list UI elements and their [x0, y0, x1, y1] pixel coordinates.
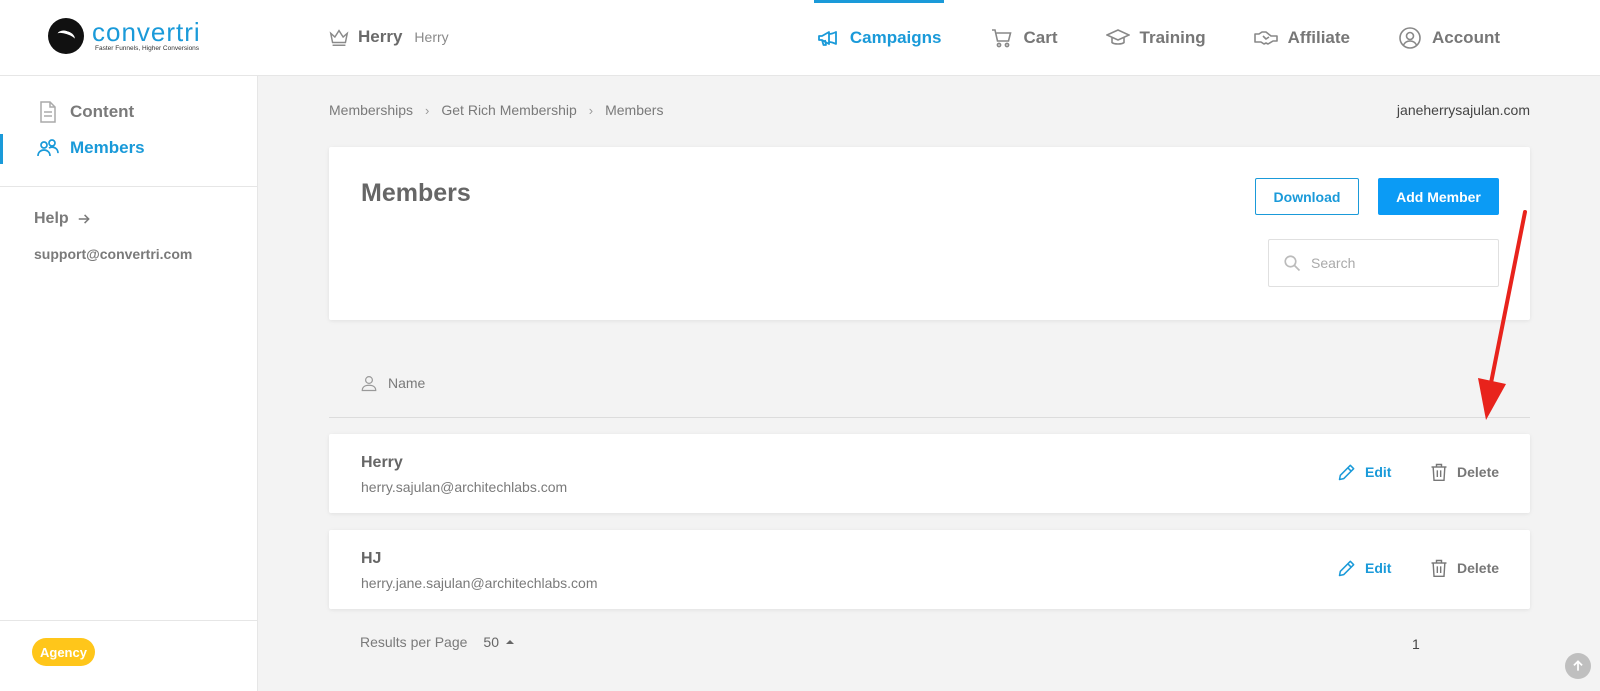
- sidebar-item-label: Content: [70, 102, 135, 121]
- column-label: Name: [388, 375, 426, 391]
- nav-cart[interactable]: Cart: [990, 0, 1058, 76]
- breadcrumb: Memberships › Get Rich Membership › Memb…: [329, 102, 663, 118]
- nav-affiliate[interactable]: Affiliate: [1253, 0, 1350, 76]
- sidebar-item-members[interactable]: Members: [36, 136, 145, 160]
- page-title: Members: [361, 179, 471, 207]
- per-page-value: 50: [483, 634, 499, 650]
- site-subname: Herry: [414, 29, 449, 45]
- delete-button[interactable]: Delete: [1429, 462, 1499, 482]
- arrow-right-icon: [78, 214, 90, 224]
- search-input[interactable]: [1311, 255, 1491, 271]
- domain-label: janeherrysajulan.com: [1396, 102, 1530, 118]
- site-name: Herry: [358, 27, 403, 46]
- site-selector[interactable]: Herry Herry: [328, 26, 449, 48]
- graduation-cap-icon: [1105, 29, 1130, 45]
- pencil-icon: [1338, 464, 1355, 481]
- add-member-button[interactable]: Add Member: [1378, 178, 1499, 215]
- edit-button[interactable]: Edit: [1337, 462, 1391, 482]
- delete-label: Delete: [1457, 560, 1500, 576]
- member-name: HJ: [361, 550, 382, 567]
- sidebar-active-indicator: [0, 134, 3, 164]
- nav-account[interactable]: Account: [1398, 0, 1500, 76]
- logo-tagline: Faster Funnels, Higher Conversions: [95, 45, 200, 52]
- breadcrumb-members: Members: [605, 102, 664, 118]
- help-label: Help: [34, 210, 69, 227]
- edit-label: Edit: [1365, 560, 1392, 576]
- nav-label: Account: [1432, 28, 1500, 47]
- chevron-right-icon: ›: [425, 102, 430, 118]
- edit-label: Edit: [1365, 464, 1392, 480]
- nav-label: Campaigns: [849, 28, 942, 47]
- document-icon: [40, 101, 56, 123]
- handshake-icon: [1253, 31, 1278, 45]
- arrow-up-icon: [1573, 660, 1583, 671]
- help-link[interactable]: Help: [34, 210, 91, 228]
- main-nav: Campaigns Cart Training Affiliate Accoun…: [813, 0, 1500, 76]
- table-row: Herry herry.sajulan@architechlabs.com Ed…: [329, 434, 1530, 513]
- breadcrumb-memberships[interactable]: Memberships: [329, 102, 413, 118]
- per-page-select[interactable]: 50: [483, 634, 515, 650]
- scroll-to-top-button[interactable]: [1565, 653, 1591, 679]
- member-name: Herry: [361, 454, 403, 471]
- member-email: herry.jane.sajulan@architechlabs.com: [361, 575, 598, 591]
- table-row: HJ herry.jane.sajulan@architechlabs.com …: [329, 530, 1530, 609]
- sidebar-divider: [0, 620, 258, 621]
- user-circle-icon: [1399, 27, 1421, 49]
- search-icon: [1284, 255, 1301, 272]
- user-icon: [361, 376, 377, 392]
- trash-icon: [1431, 463, 1447, 482]
- results-label: Results per Page: [360, 634, 468, 650]
- nav-training[interactable]: Training: [1105, 0, 1206, 76]
- member-email: herry.sajulan@architechlabs.com: [361, 479, 568, 495]
- breadcrumb-membership[interactable]: Get Rich Membership: [441, 102, 576, 118]
- sidebar-divider: [0, 186, 258, 187]
- trash-icon: [1431, 559, 1447, 578]
- support-email[interactable]: support@convertri.com: [34, 246, 192, 262]
- page-number[interactable]: 1: [1412, 636, 1420, 652]
- sidebar: Content Members Help support@convertri.c…: [0, 76, 258, 691]
- delete-label: Delete: [1457, 464, 1500, 480]
- megaphone-icon: [817, 31, 837, 46]
- nav-label: Training: [1139, 28, 1206, 47]
- delete-button[interactable]: Delete: [1429, 558, 1499, 578]
- download-button[interactable]: Download: [1255, 178, 1359, 215]
- top-bar: convertri Faster Funnels, Higher Convers…: [0, 0, 1600, 76]
- chevron-right-icon: ›: [588, 102, 594, 118]
- nav-label: Affiliate: [1287, 28, 1350, 47]
- column-divider: [329, 417, 1530, 418]
- results-per-page: Results per Page 50: [360, 634, 515, 650]
- caret-up-icon: [505, 640, 514, 644]
- logo-mark-icon: [48, 18, 84, 54]
- sidebar-item-content[interactable]: Content: [36, 100, 134, 124]
- logo-name: convertri: [92, 17, 201, 47]
- nav-campaigns[interactable]: Campaigns: [813, 0, 944, 76]
- crown-icon: [329, 29, 349, 46]
- cart-icon: [991, 29, 1012, 48]
- members-panel: Members Download Add Member: [329, 147, 1530, 320]
- sidebar-item-label: Members: [70, 138, 145, 157]
- logo[interactable]: convertri Faster Funnels, Higher Convers…: [48, 18, 201, 54]
- plan-badge: Agency: [32, 638, 95, 666]
- pencil-icon: [1338, 560, 1355, 577]
- column-header-name[interactable]: Name: [360, 374, 425, 392]
- nav-label: Cart: [1023, 28, 1058, 47]
- edit-button[interactable]: Edit: [1337, 558, 1391, 578]
- search-box[interactable]: [1268, 239, 1499, 287]
- users-icon: [37, 139, 59, 157]
